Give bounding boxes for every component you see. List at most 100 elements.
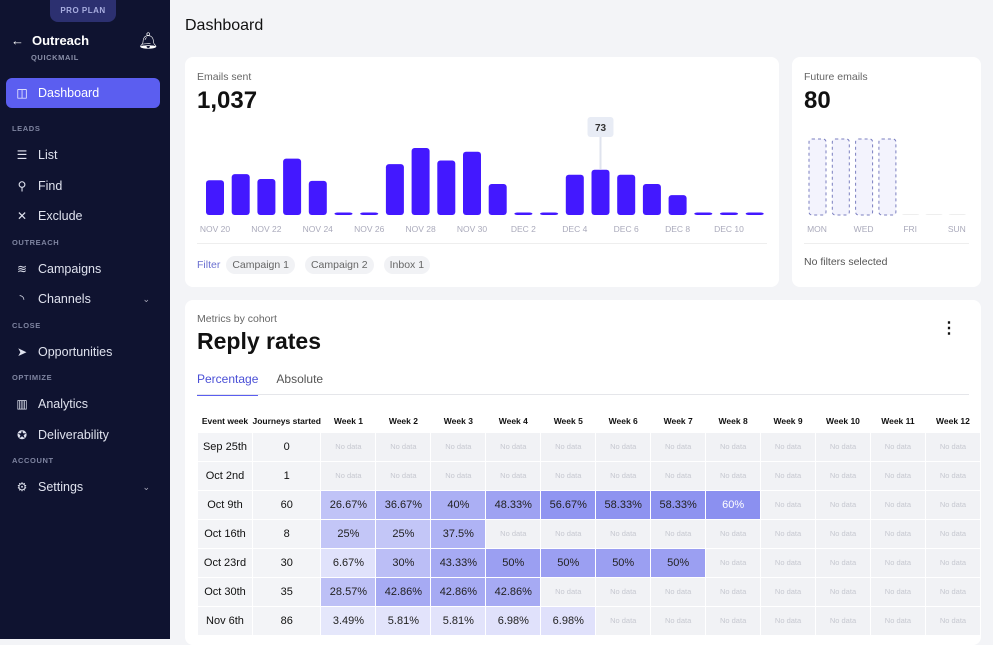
filter-label[interactable]: Filter [197, 259, 220, 271]
cell-no-data: No data [705, 431, 762, 462]
bar[interactable] [360, 212, 379, 216]
bar[interactable] [257, 179, 276, 215]
bar[interactable] [488, 184, 507, 215]
bar[interactable] [855, 138, 874, 216]
filter-chip[interactable]: Inbox 1 [383, 256, 431, 274]
column-header: Event week [201, 415, 249, 426]
more-options-icon[interactable]: ⋮ [941, 318, 957, 338]
event-week: Oct 9th [197, 489, 253, 520]
section-label: OPTIMIZE [12, 373, 53, 382]
rate-cell: 42.86% [375, 576, 432, 607]
tab-absolute[interactable]: Absolute [276, 372, 323, 396]
bar[interactable] [808, 138, 827, 216]
bar[interactable] [720, 212, 738, 216]
sidebar-item-dashboard[interactable]: ◫ Dashboard [6, 78, 160, 108]
cell-no-data: No data [320, 460, 377, 491]
event-week: Oct 16th [197, 518, 253, 549]
bar[interactable] [591, 169, 610, 215]
cell-no-data: No data [760, 605, 817, 636]
bar[interactable] [540, 212, 559, 216]
table-row: Oct 16th 8 25% 25% 37.5% No data No data No dat… [197, 518, 982, 549]
sidebar-item-settings[interactable]: ⚙ Settings ⌄ [6, 472, 160, 502]
sidebar-item-channels[interactable]: ◝ Channels ⌄ [6, 284, 160, 314]
journeys-started: 86 [251, 605, 322, 636]
bell-icon[interactable]: 🔔︎ [138, 31, 158, 51]
sidebar-item-label: Opportunities [38, 344, 113, 359]
back-button[interactable]: ← Outreach [11, 33, 97, 48]
bar[interactable] [283, 158, 302, 215]
bar[interactable] [411, 148, 430, 215]
cell-no-data: No data [815, 547, 871, 578]
bar[interactable] [437, 160, 456, 215]
bar[interactable] [642, 184, 661, 215]
sidebar: PRO PLAN ← Outreach QUICKMAIL 🔔︎ ◫ Dashboa… [0, 0, 170, 639]
cell-no-data: No data [760, 576, 817, 607]
cell-no-data: No data [375, 431, 432, 462]
filters-status: No filters selected [804, 256, 888, 268]
tab-percentage[interactable]: Percentage [197, 372, 259, 396]
section-label: LEADS [12, 124, 41, 133]
bar[interactable] [206, 180, 224, 215]
bar[interactable] [334, 212, 353, 216]
cell-no-data: No data [650, 460, 707, 491]
bar[interactable] [565, 174, 584, 215]
cell-no-data: No data [760, 489, 817, 520]
x-tick-label: NOV 30 [457, 224, 488, 234]
cell-no-data: No data [595, 576, 652, 607]
tooltip-value: 73 [595, 123, 607, 134]
rate-cell: 58.33% [650, 489, 707, 520]
bar[interactable] [925, 214, 943, 215]
x-tick-label: SUN [948, 224, 966, 234]
bar[interactable] [668, 195, 687, 215]
chevron-down-icon[interactable]: ⌄ [142, 482, 150, 493]
bar[interactable] [878, 138, 897, 216]
bar[interactable] [617, 174, 636, 215]
rate-cell: 58.33% [595, 489, 652, 520]
rss-icon: ◝ [19, 292, 25, 306]
cell-no-data: No data [760, 460, 817, 491]
cell-no-data: No data [430, 431, 487, 462]
sidebar-item-list[interactable]: ☰ List [6, 140, 160, 170]
section-label: OUTREACH [12, 237, 60, 247]
sidebar-item-campaigns[interactable]: ≋ Campaigns [6, 254, 160, 284]
divider [197, 243, 767, 244]
bar[interactable] [231, 174, 250, 215]
filter-chip[interactable]: Campaign 2 [304, 256, 374, 274]
cell-no-data: No data [815, 605, 871, 636]
cell-no-data: No data [869, 460, 926, 491]
cell-no-data: No data [869, 518, 926, 549]
rate-cell: 3.49% [320, 605, 377, 636]
bar[interactable] [308, 180, 327, 215]
cell-no-data: No data [485, 460, 542, 491]
bar[interactable] [902, 214, 920, 215]
sidebar-item-opportunities[interactable]: ➤ Opportunities [6, 337, 160, 367]
cell-no-data: No data [869, 576, 926, 607]
cell-no-data: No data [760, 547, 817, 578]
app-name: Outreach [32, 33, 90, 48]
sidebar-item-exclude[interactable]: ✕ Exclude [6, 201, 160, 231]
sidebar-item-analytics[interactable]: ▥ Analytics [6, 389, 160, 419]
chevron-down-icon[interactable]: ⌄ [142, 294, 150, 305]
cell-no-data: No data [540, 576, 597, 607]
bar[interactable] [831, 138, 850, 216]
bar[interactable] [514, 212, 533, 216]
cell-no-data: No data [485, 518, 542, 549]
bar[interactable] [694, 212, 713, 216]
x-tick-label: NOV 28 [405, 224, 436, 234]
cohort-card: Metrics by cohort Reply rates ⋮ Percenta… [185, 300, 982, 645]
cell-no-data: No data [924, 576, 982, 607]
bar[interactable] [948, 214, 966, 215]
sidebar-item-deliverability[interactable]: ✪ Deliverability [6, 420, 160, 450]
event-week: Oct 2nd [197, 460, 253, 491]
x-tick-label: MON [807, 224, 827, 234]
x-tick-label: FRI [903, 224, 917, 234]
cohort-table: Event week Journeys started Week 1 Week 2 We… [197, 410, 982, 636]
bar[interactable] [385, 164, 404, 215]
bar[interactable] [463, 151, 481, 215]
x-tick-label: DEC 2 [511, 224, 536, 234]
bar[interactable] [745, 212, 764, 216]
cell-no-data: No data [540, 431, 597, 462]
cell-no-data: No data [705, 605, 762, 636]
sidebar-item-find[interactable]: ⚲ Find [6, 171, 160, 201]
filter-chip[interactable]: Campaign 1 [226, 256, 295, 274]
